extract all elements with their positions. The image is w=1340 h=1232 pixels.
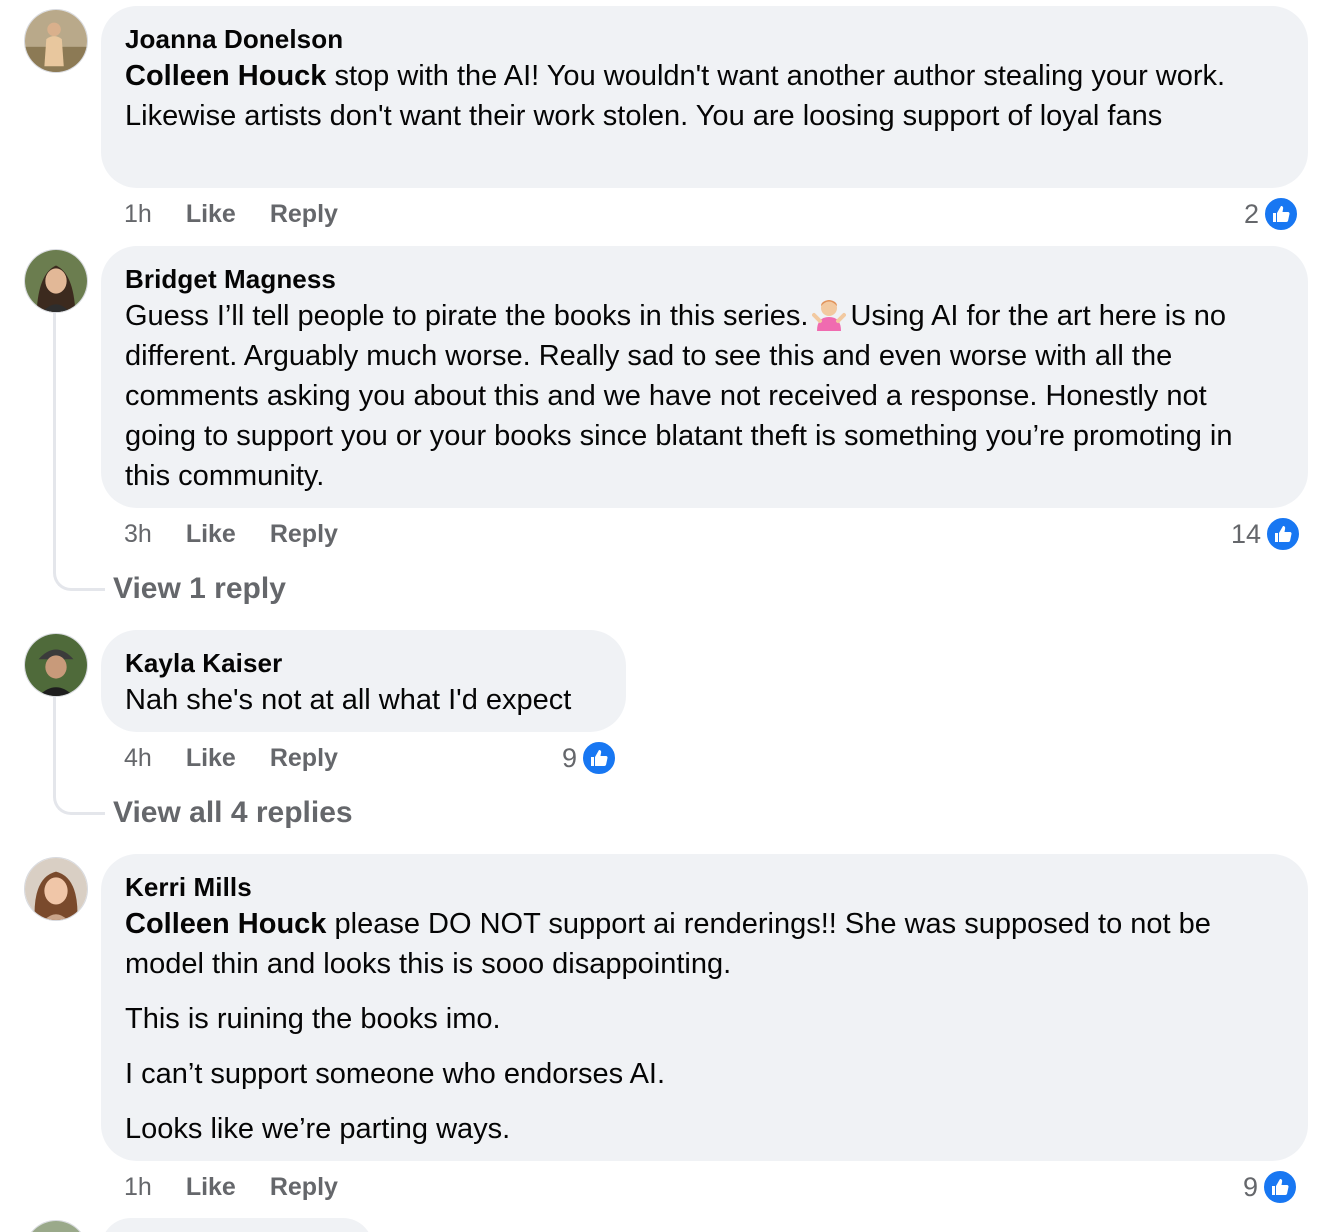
reaction-summary[interactable]: 2 <box>1244 194 1300 234</box>
comment-bubble <box>101 1218 373 1232</box>
thread-line <box>53 697 105 815</box>
mention-tag[interactable]: Colleen Houck <box>125 908 326 940</box>
comment-author[interactable]: Kayla Kaiser <box>125 648 602 678</box>
comments-feed: Joanna Donelson Colleen Houck stop with … <box>0 0 1340 1232</box>
view-replies-link[interactable]: View all 4 replies <box>113 796 353 830</box>
avatar[interactable] <box>24 1220 88 1232</box>
comment-paragraph: This is ruining the books imo. <box>125 1003 501 1035</box>
reaction-summary[interactable]: 9 <box>562 738 618 778</box>
comment-time[interactable]: 1h <box>124 1173 152 1202</box>
comment-actions: 3h Like Reply <box>124 514 372 554</box>
thread-line <box>53 313 105 591</box>
comment-actions: 4h Like Reply <box>124 738 372 778</box>
reaction-count: 9 <box>1243 1171 1259 1202</box>
comment-body: Nah she's not at all what I'd expect <box>125 684 572 716</box>
comment-time[interactable]: 1h <box>124 200 152 229</box>
reaction-summary[interactable]: 9 <box>1243 1167 1299 1207</box>
avatar[interactable] <box>24 857 88 921</box>
reaction-count: 14 <box>1231 518 1262 549</box>
reaction-summary[interactable]: 14 <box>1231 514 1302 554</box>
like-button[interactable]: Like <box>186 744 236 773</box>
thumbs-up-icon <box>1265 516 1302 552</box>
like-button[interactable]: Like <box>186 1173 236 1202</box>
comment-time[interactable]: 4h <box>124 744 152 773</box>
comment-text: Guess I’ll tell people to pirate the boo… <box>125 296 1284 496</box>
comment-author[interactable]: Kerri Mills <box>125 872 1284 902</box>
comment-author[interactable]: Joanna Donelson <box>125 24 1284 54</box>
comment-paragraph: Looks like we’re parting ways. <box>125 1113 511 1145</box>
thumbs-up-icon <box>581 740 618 776</box>
comment-paragraph: I can’t support someone who endorses AI. <box>125 1058 666 1090</box>
comment-actions: 1h Like Reply <box>124 194 372 234</box>
reply-button[interactable]: Reply <box>270 1173 338 1202</box>
comment-actions: 1h Like Reply <box>124 1167 372 1207</box>
comment-author[interactable]: Bridget Magness <box>125 264 1284 294</box>
view-replies-link[interactable]: View 1 reply <box>113 572 286 606</box>
avatar[interactable] <box>24 249 88 313</box>
reaction-count: 9 <box>562 742 578 773</box>
avatar[interactable] <box>24 633 88 697</box>
thumbs-up-icon <box>1263 196 1300 232</box>
reply-button[interactable]: Reply <box>270 200 338 229</box>
person-shrugging-emoji-icon <box>812 297 847 331</box>
reply-button[interactable]: Reply <box>270 520 338 549</box>
comment-time[interactable]: 3h <box>124 520 152 549</box>
comment-body: Guess I’ll tell people to pirate the boo… <box>125 300 809 332</box>
like-button[interactable]: Like <box>186 520 236 549</box>
avatar[interactable] <box>24 9 88 73</box>
comment-text: Colleen Houck stop with the AI! You woul… <box>125 56 1284 136</box>
comment-bubble: Kayla Kaiser Nah she's not at all what I… <box>101 630 626 732</box>
like-button[interactable]: Like <box>186 200 236 229</box>
comment-bubble: Joanna Donelson Colleen Houck stop with … <box>101 6 1308 188</box>
comment-bubble: Kerri Mills Colleen Houck please DO NOT … <box>101 854 1308 1161</box>
reaction-count: 2 <box>1244 198 1260 229</box>
mention-tag[interactable]: Colleen Houck <box>125 60 326 92</box>
comment-text: Colleen Houck please DO NOT support ai r… <box>125 904 1284 1149</box>
reply-button[interactable]: Reply <box>270 744 338 773</box>
thumbs-up-icon <box>1262 1169 1299 1205</box>
comment-bubble: Bridget Magness Guess I’ll tell people t… <box>101 246 1308 508</box>
